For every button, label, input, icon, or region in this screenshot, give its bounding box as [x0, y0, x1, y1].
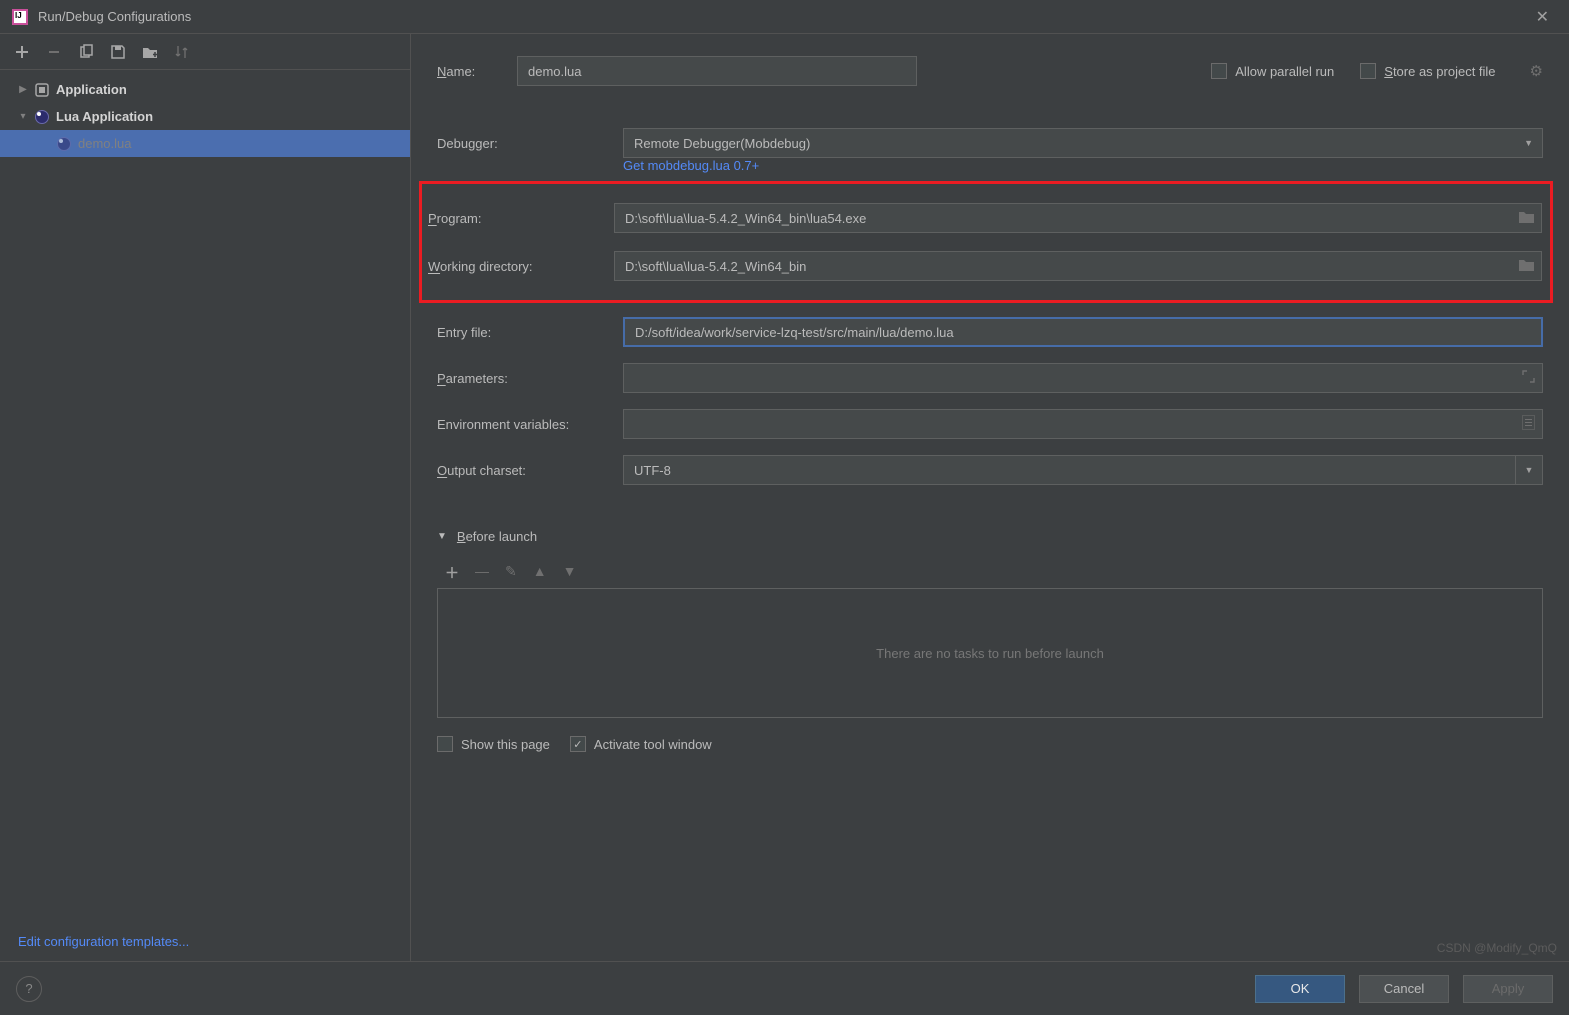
- debugger-select[interactable]: Remote Debugger(Mobdebug) ▼: [623, 128, 1543, 158]
- checkbox-label: Allow parallel run: [1235, 64, 1334, 79]
- allow-parallel-checkbox[interactable]: Allow parallel run: [1211, 63, 1334, 79]
- parameters-input[interactable]: [623, 363, 1543, 393]
- name-input[interactable]: [517, 56, 917, 86]
- task-list: There are no tasks to run before launch: [437, 588, 1543, 718]
- chevron-down-icon: ▾: [16, 111, 30, 122]
- apply-button[interactable]: Apply: [1463, 975, 1553, 1003]
- charset-dropdown-button[interactable]: ▼: [1515, 455, 1543, 485]
- program-input[interactable]: [614, 203, 1542, 233]
- entry-file-label: Entry file:: [437, 325, 623, 340]
- checkbox-label: Show this page: [461, 737, 550, 752]
- tree-item-application[interactable]: ▶ Application: [0, 76, 410, 103]
- config-form: Name: Allow parallel run Store as projec…: [411, 34, 1569, 961]
- before-launch-header[interactable]: ▼ Before launch: [437, 529, 1543, 544]
- chevron-down-icon: ▼: [437, 531, 447, 542]
- env-vars-label: Environment variables:: [437, 417, 623, 432]
- tree-item-lua-application[interactable]: ▾ Lua Application: [0, 103, 410, 130]
- add-task-button[interactable]: ＋: [445, 563, 459, 583]
- entry-file-input[interactable]: [623, 317, 1543, 347]
- lua-icon: [34, 109, 50, 125]
- name-label: Name:: [437, 64, 517, 79]
- workdir-input[interactable]: [614, 251, 1542, 281]
- browse-folder-icon[interactable]: [1519, 258, 1534, 274]
- tree-label: Application: [56, 82, 127, 97]
- remove-task-button[interactable]: —: [475, 563, 489, 583]
- debugger-value: Remote Debugger(Mobdebug): [623, 128, 1543, 158]
- parameters-label: Parameters:: [437, 371, 623, 386]
- lua-icon: [56, 136, 72, 152]
- remove-config-button[interactable]: [46, 44, 62, 60]
- activate-tool-checkbox[interactable]: ✓Activate tool window: [570, 736, 712, 752]
- button-bar: ? OK Cancel Apply: [0, 961, 1569, 1015]
- move-up-button[interactable]: ▲: [533, 563, 547, 583]
- tree-item-demo-lua[interactable]: demo.lua: [0, 130, 410, 157]
- charset-label: Output charset:: [437, 463, 623, 478]
- highlight-box: Program: Working directory:: [419, 181, 1553, 303]
- store-project-checkbox[interactable]: Store as project file: [1360, 63, 1495, 79]
- workdir-label: Working directory:: [428, 259, 614, 274]
- show-page-checkbox[interactable]: Show this page: [437, 736, 550, 752]
- env-vars-input[interactable]: [623, 409, 1543, 439]
- charset-value: UTF-8: [634, 463, 671, 478]
- help-button[interactable]: ?: [16, 976, 42, 1002]
- list-icon[interactable]: [1522, 416, 1535, 433]
- watermark-text: CSDN @Modify_QmQ: [1437, 941, 1557, 955]
- app-icon: [12, 9, 28, 25]
- ok-button[interactable]: OK: [1255, 975, 1345, 1003]
- close-icon[interactable]: ✕: [1528, 3, 1557, 31]
- debugger-label: Debugger:: [437, 136, 623, 151]
- program-label: Program:: [428, 211, 614, 226]
- move-down-button[interactable]: ▼: [563, 563, 577, 583]
- save-config-button[interactable]: [110, 44, 126, 60]
- before-launch-title: Before launch: [457, 529, 537, 544]
- config-toolbar: [0, 34, 410, 70]
- tree-label: Lua Application: [56, 109, 153, 124]
- copy-config-button[interactable]: [78, 44, 94, 60]
- expand-icon[interactable]: [1522, 370, 1535, 386]
- checkbox-label: Store as project file: [1384, 64, 1495, 79]
- folder-config-button[interactable]: [142, 44, 158, 60]
- left-panel: ▶ Application ▾ Lua Application demo.lua…: [0, 34, 411, 961]
- cancel-button[interactable]: Cancel: [1359, 975, 1449, 1003]
- sort-config-button[interactable]: [174, 44, 190, 60]
- chevron-right-icon: ▶: [16, 84, 30, 95]
- application-icon: [34, 82, 50, 98]
- gear-icon[interactable]: ⚙: [1530, 62, 1543, 80]
- checkbox-label: Activate tool window: [594, 737, 712, 752]
- mobdebug-link[interactable]: Get mobdebug.lua 0.7+: [623, 158, 1543, 173]
- edit-templates-link[interactable]: Edit configuration templates...: [18, 934, 189, 949]
- empty-tasks-text: There are no tasks to run before launch: [876, 646, 1104, 661]
- window-title: Run/Debug Configurations: [38, 9, 191, 24]
- titlebar: Run/Debug Configurations ✕: [0, 0, 1569, 34]
- charset-select[interactable]: UTF-8: [623, 455, 1515, 485]
- tree-label: demo.lua: [78, 136, 131, 151]
- add-config-button[interactable]: [14, 44, 30, 60]
- before-launch-toolbar: ＋ — ✎ ▲ ▼: [437, 558, 1543, 588]
- config-tree: ▶ Application ▾ Lua Application demo.lua: [0, 70, 410, 922]
- edit-task-button[interactable]: ✎: [505, 563, 517, 583]
- browse-folder-icon[interactable]: [1519, 210, 1534, 226]
